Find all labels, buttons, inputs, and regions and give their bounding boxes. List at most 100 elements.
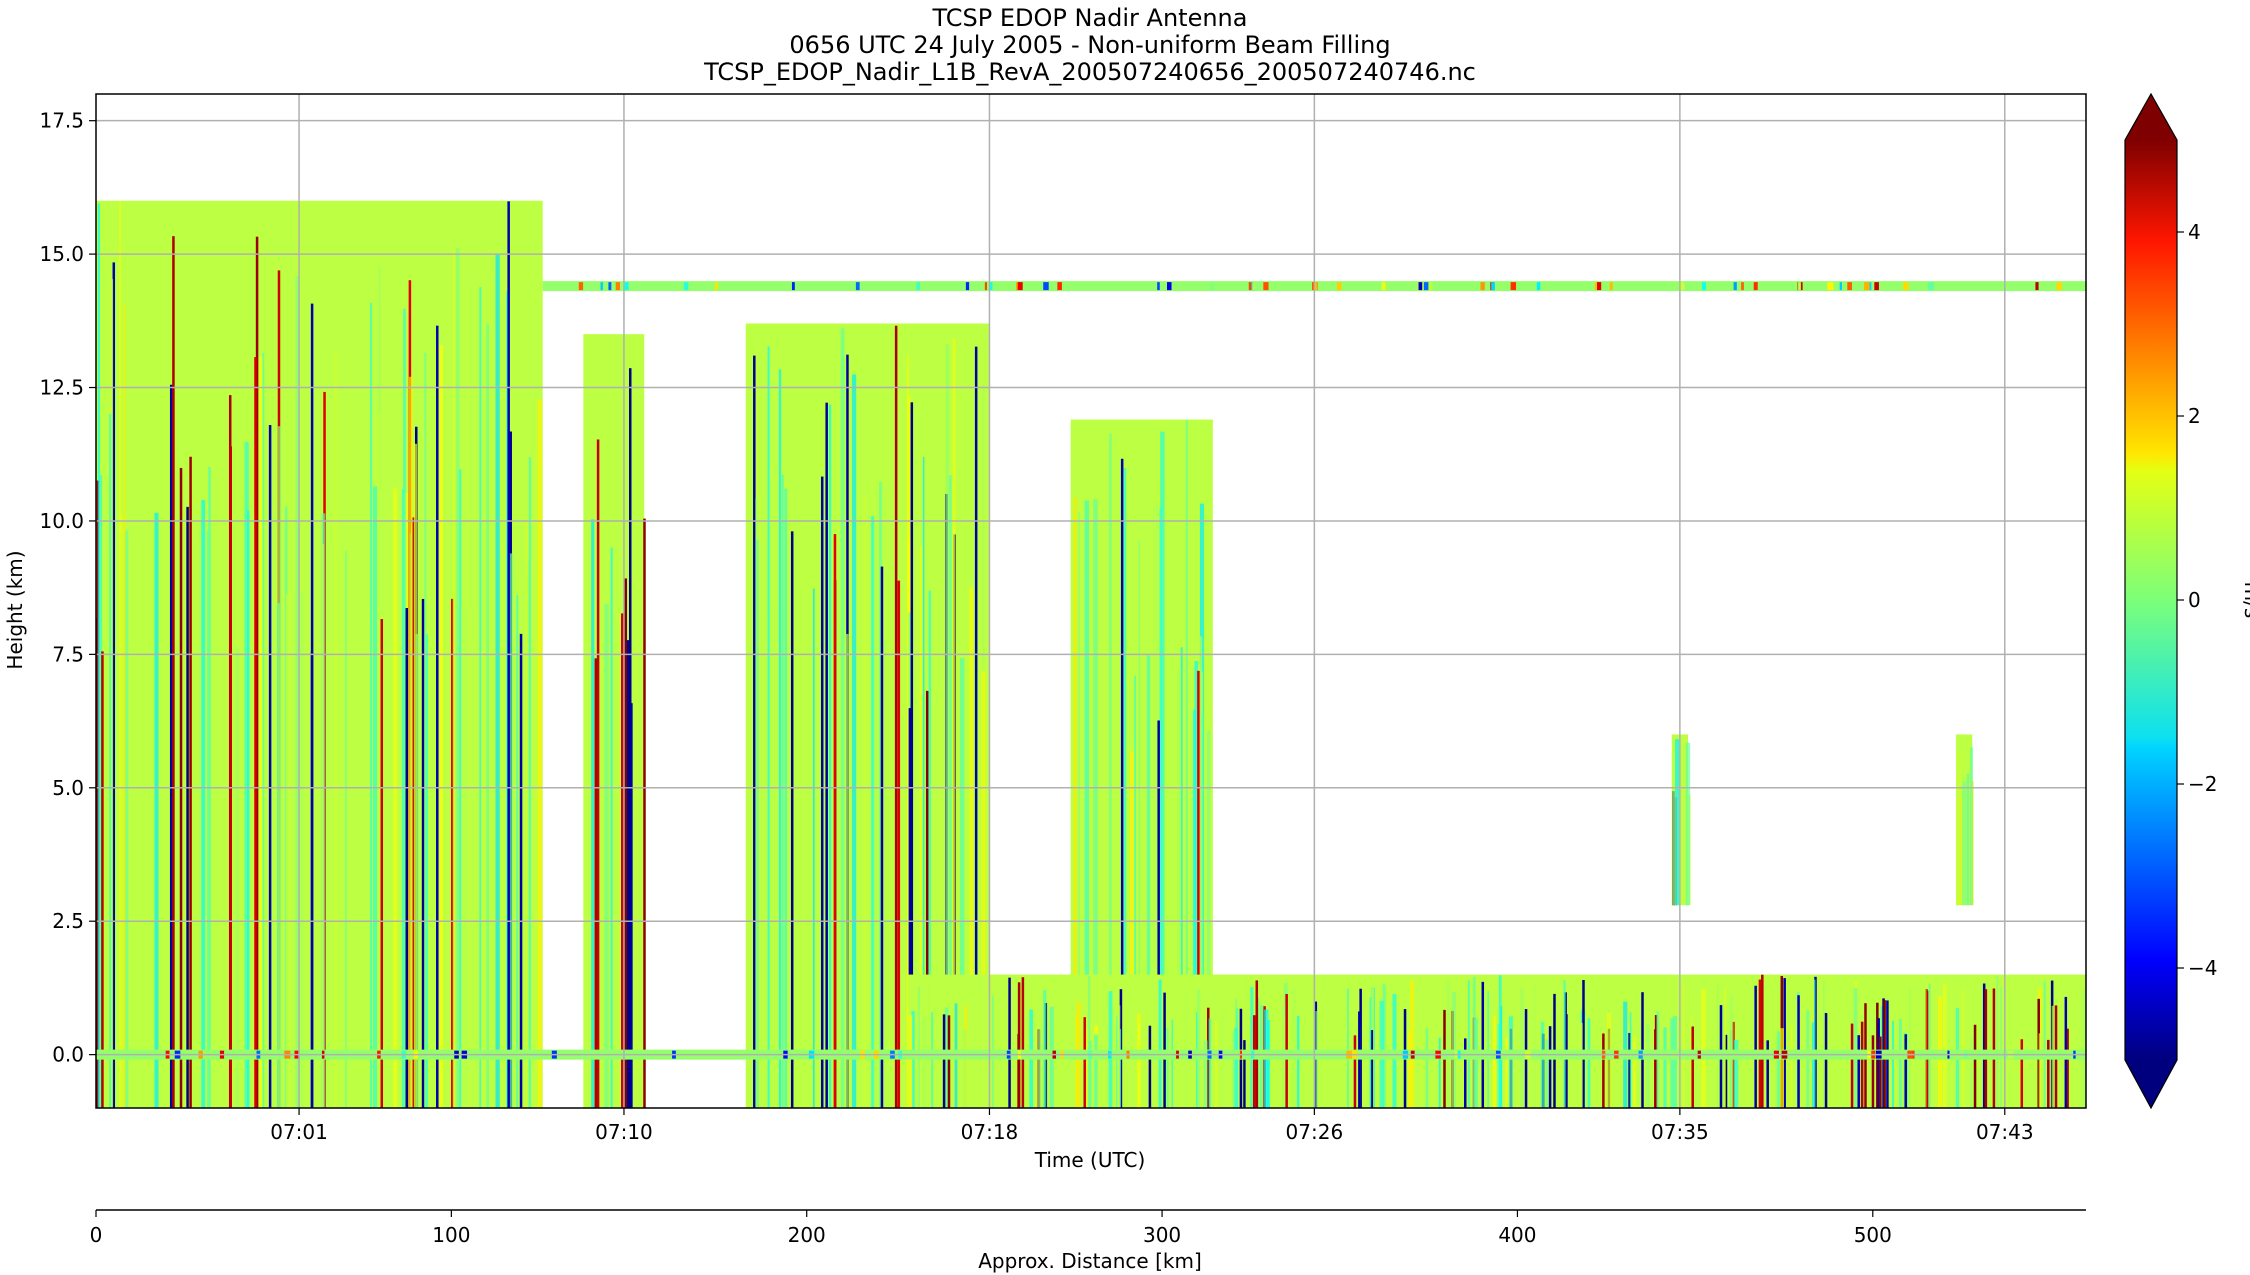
colorbar-label: m/s [2240, 582, 2250, 619]
echo-streak [1761, 974, 1764, 1108]
echo-streak [1629, 1012, 1632, 1108]
echo-streak [922, 1016, 927, 1108]
echo-feature [1671, 734, 1691, 906]
echo-streak [1790, 1024, 1793, 1108]
echo-streak [759, 619, 762, 1108]
echo-streak [1996, 976, 1999, 1108]
echo-streak [1347, 988, 1350, 1108]
echo-streak [1992, 988, 1996, 1108]
echo-streak [871, 515, 875, 1108]
echo-streak [755, 498, 759, 1108]
echo-streak [1594, 282, 1598, 291]
echo-streak [1487, 991, 1489, 1108]
colorbar-tick-label: −4 [2188, 956, 2217, 980]
echo-streak [1811, 1022, 1814, 1108]
echo-streak [1962, 989, 1965, 1108]
echo-streak [1358, 1011, 1361, 1108]
echo-streak [1493, 1016, 1496, 1108]
echo-streak [1505, 1037, 1508, 1108]
echo-streak [2035, 282, 2039, 291]
echo-streak [2081, 989, 2086, 1108]
echo-streak [767, 346, 770, 1108]
distance-tick-label: 200 [788, 1223, 826, 1247]
echo-streak [1167, 282, 1172, 291]
echo-streak [1491, 282, 1495, 291]
echo-feature [908, 974, 2086, 1108]
echo-streak [1984, 989, 1988, 1108]
y-axis-ticks: 0.0 2.5 5.0 7.5 10.0 12.5 15.0 17.5 [39, 109, 96, 1067]
distance-tick-label: 0 [90, 1223, 103, 1247]
distance-tick-label: 500 [1854, 1223, 1892, 1247]
distance-tick-label: 300 [1143, 1223, 1181, 1247]
echo-streak [235, 647, 240, 1108]
title-line-3: TCSP_EDOP_Nadir_L1B_RevA_200507240656_20… [703, 58, 1476, 86]
echo-streak [2038, 1033, 2041, 1108]
echo-streak [1827, 282, 1834, 291]
echo-streak [1670, 1017, 1674, 1108]
echo-streak [1292, 988, 1297, 1108]
echo-streak [1675, 739, 1680, 906]
echo-streak [882, 640, 887, 1108]
echo-streak [405, 608, 409, 1108]
echo-streak [615, 282, 620, 291]
echo-streak [812, 588, 815, 1108]
figure: TCSP EDOP Nadir Antenna 0656 UTC 24 July… [3, 4, 2250, 1273]
echo-streak [1184, 991, 1188, 1108]
colorbar-ticks: −4 −2 0 2 4 [2177, 220, 2217, 980]
colorbar-max-extension [2125, 94, 2177, 140]
echo-streak [408, 376, 413, 1108]
echo-streak [1928, 282, 1935, 291]
echo-streak [715, 282, 718, 291]
echo-streak [172, 236, 175, 1108]
echo-streak [495, 254, 500, 1108]
echo-streak [1017, 282, 1023, 291]
echo-streak [963, 1029, 967, 1108]
echo-streak [439, 345, 444, 1108]
echo-streak [1753, 282, 1758, 291]
echo-streak [393, 487, 398, 1108]
echo-streak [825, 402, 828, 1108]
echo-streak [1724, 988, 1726, 1108]
echo-streak [753, 355, 756, 1108]
echo-streak [1245, 977, 1249, 1108]
echo-streak [479, 287, 482, 1108]
y-tick-label: 2.5 [52, 909, 84, 933]
echo-streak [528, 457, 531, 1108]
echo-streak [1908, 988, 1911, 1108]
echo-streak [1923, 986, 1927, 1108]
echo-streak [931, 1011, 934, 1108]
colorbar-tick-label: 4 [2188, 220, 2201, 244]
echo-streak [1609, 282, 1613, 291]
echo-streak [596, 439, 600, 1108]
echo-streak [643, 518, 646, 1108]
distance-tick-label: 400 [1498, 1223, 1536, 1247]
echo-streak [1956, 754, 1961, 906]
echo-streak [537, 399, 542, 1108]
echo-streak [1606, 1012, 1612, 1108]
echo-streak [1563, 980, 1566, 1108]
echo-streak [1094, 1034, 1098, 1108]
echo-streak [1548, 1026, 1552, 1108]
echo-streak [403, 308, 406, 1108]
echo-streak [1220, 1013, 1224, 1108]
echo-streak [984, 282, 987, 291]
y-tick-label: 10.0 [39, 509, 84, 533]
echo-streak [820, 476, 824, 1108]
echo-streak [990, 282, 993, 291]
echo-streak [1798, 282, 1801, 291]
echo-streak [610, 547, 613, 1108]
echo-streak [525, 523, 528, 1108]
echo-streak [1209, 282, 1215, 291]
echo-streak [1057, 282, 1062, 291]
echo-streak [101, 651, 104, 1108]
echo-streak [1407, 1031, 1412, 1108]
echo-streak [322, 544, 324, 1108]
colorbar-tick-label: 2 [2188, 404, 2201, 428]
echo-streak [1871, 1035, 1875, 1108]
echo-streak [851, 374, 857, 1108]
distance-axis-ticks: 0 100 200 300 400 500 [90, 1210, 1892, 1247]
x-axis-ticks: 07:01 07:10 07:18 07:26 07:35 07:43 [270, 1108, 2034, 1144]
echo-streak [1850, 1023, 1854, 1108]
echo-streak [1386, 282, 1390, 291]
x-tick-label: 07:26 [1286, 1120, 1344, 1144]
